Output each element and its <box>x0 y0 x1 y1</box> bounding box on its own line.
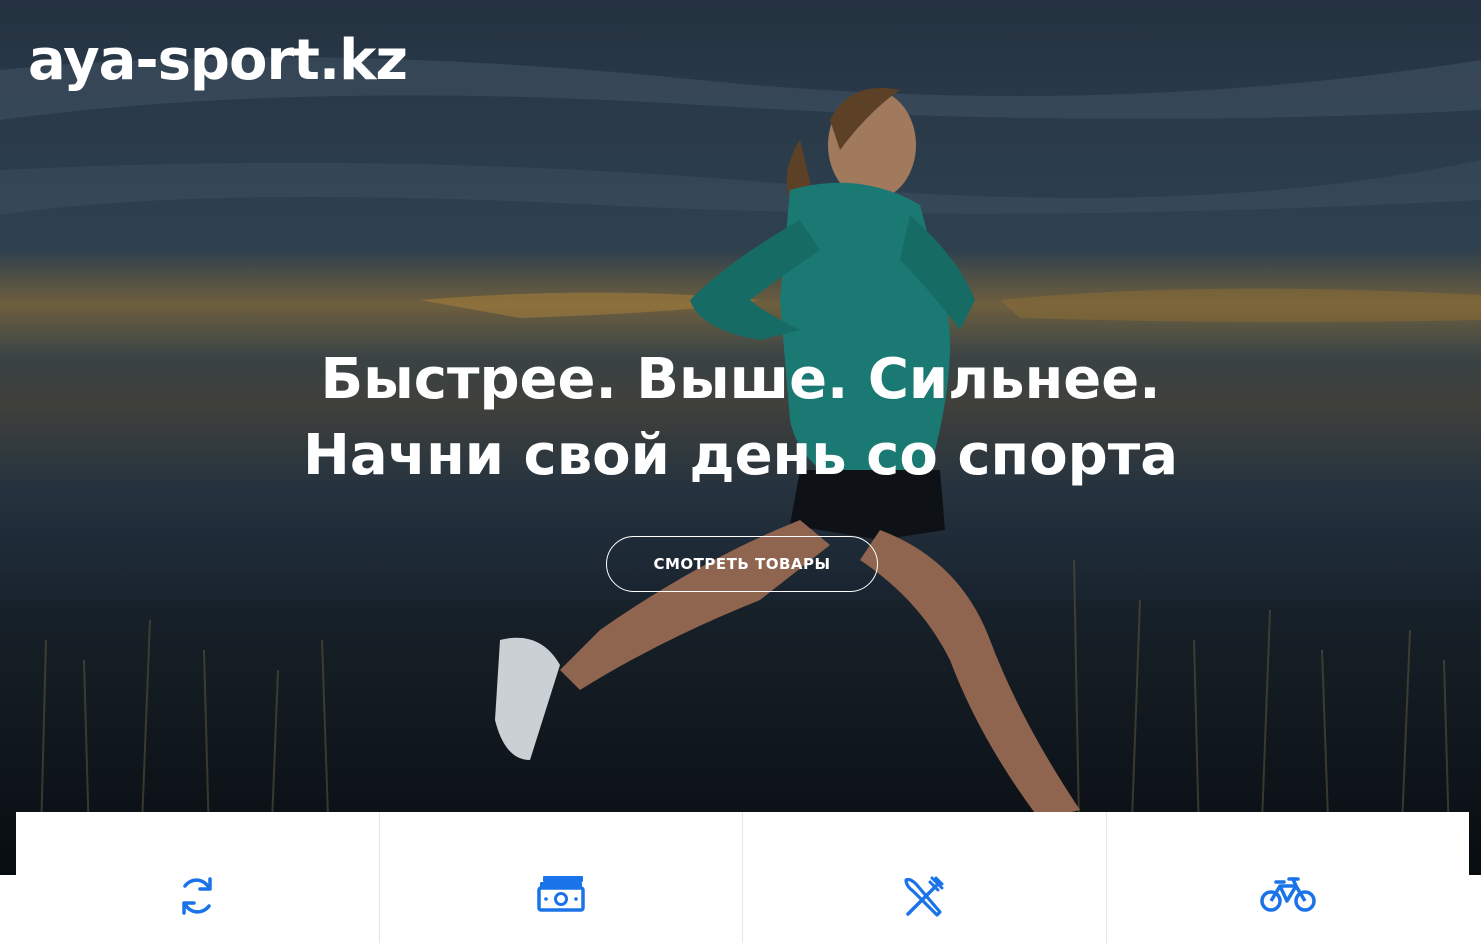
hero-headline-line-2: Начни свой день со спорта <box>302 423 1179 488</box>
feature-card-money <box>380 812 743 943</box>
hero-section: aya-sport.kz Быстрее. Выше. Сильнее. Нач… <box>0 0 1481 875</box>
features-strip <box>16 812 1469 943</box>
feature-card-bicycle <box>1107 812 1470 943</box>
bicycle-icon <box>1260 877 1316 912</box>
refresh-icon <box>182 877 212 915</box>
money-icon <box>537 876 585 912</box>
site-logo[interactable]: aya-sport.kz <box>28 24 408 98</box>
feature-card-food <box>743 812 1107 943</box>
view-products-button[interactable]: СМОТРЕТЬ ТОВАРЫ <box>606 536 878 592</box>
hero-headline: Быстрее. Выше. Сильнее. Начни свой день … <box>0 342 1481 494</box>
page: aya-sport.kz Быстрее. Выше. Сильнее. Нач… <box>0 0 1481 943</box>
fork-knife-icon <box>904 876 944 917</box>
hero-headline-line-1: Быстрее. Выше. Сильнее. <box>320 347 1161 412</box>
feature-card-refresh <box>16 812 380 943</box>
